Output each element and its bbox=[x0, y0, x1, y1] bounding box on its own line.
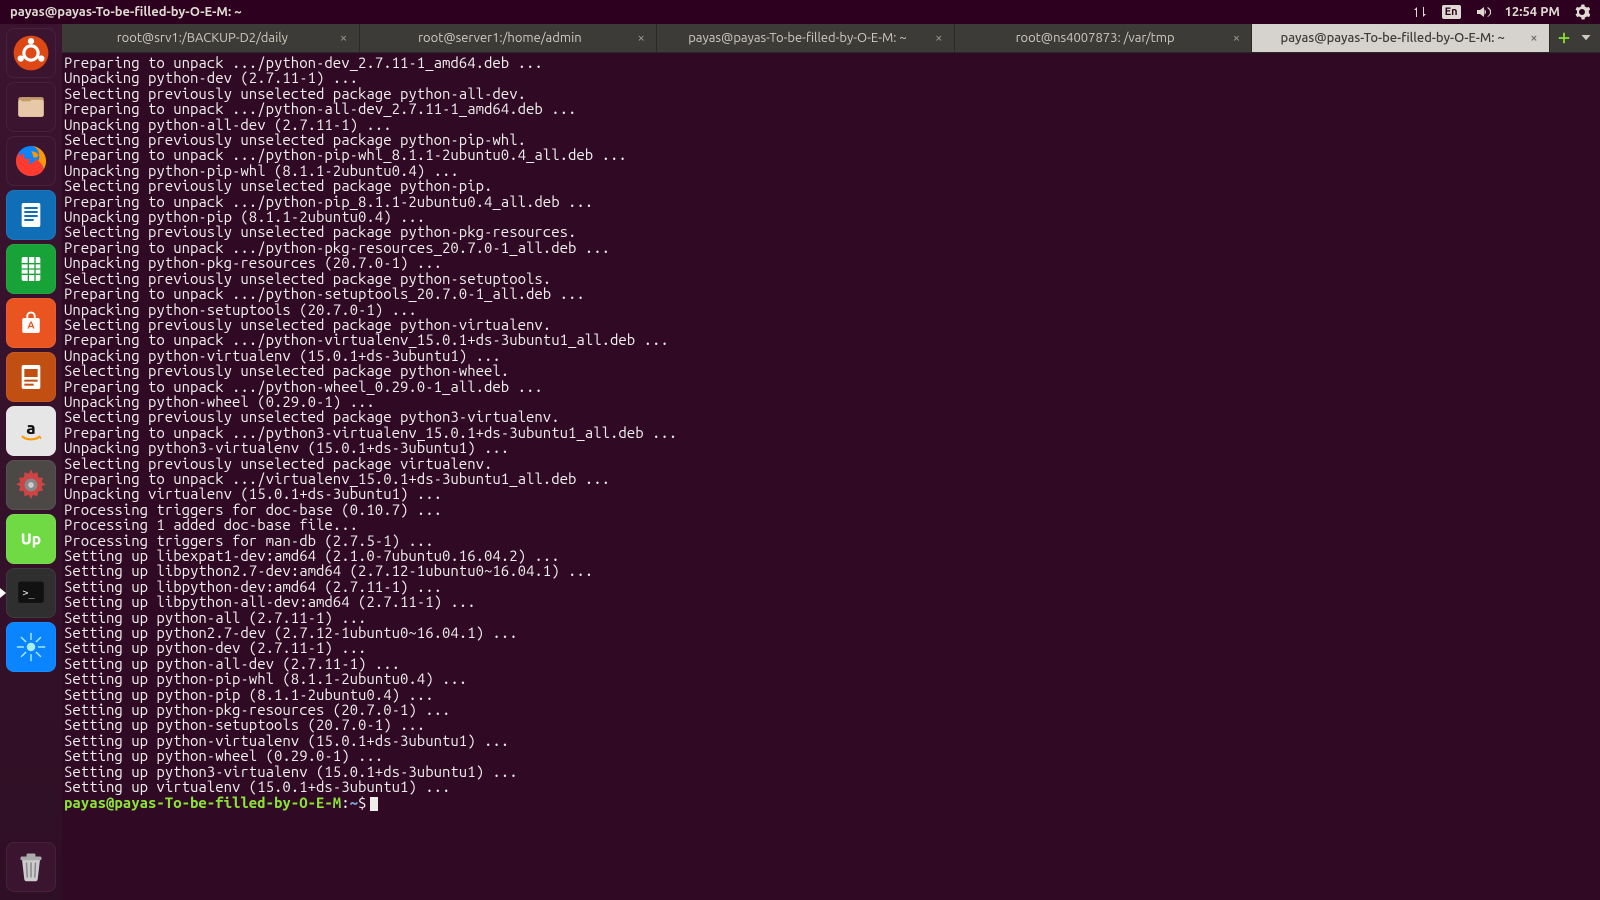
unity-launcher: Aa Up >_ bbox=[0, 24, 62, 900]
system-tray: En 12:54 PM bbox=[1412, 4, 1600, 20]
tab-label: payas@payas-To-be-filled-by-O-E-M: ~ bbox=[688, 31, 907, 45]
impress-icon[interactable] bbox=[6, 352, 56, 402]
close-icon[interactable]: × bbox=[932, 31, 946, 45]
close-icon[interactable]: × bbox=[337, 31, 351, 45]
terminal-tab-2[interactable]: payas@payas-To-be-filled-by-O-E-M: ~ × bbox=[657, 24, 955, 52]
gear-icon[interactable] bbox=[1574, 4, 1590, 20]
svg-text:>_: >_ bbox=[23, 588, 35, 599]
close-icon[interactable]: × bbox=[1527, 31, 1541, 45]
close-icon[interactable]: × bbox=[634, 31, 648, 45]
top-menubar: payas@payas-To-be-filled-by-O-E-M: ~ En … bbox=[0, 0, 1600, 24]
clock[interactable]: 12:54 PM bbox=[1505, 5, 1560, 19]
terminal-tab-3[interactable]: root@ns4007873: /var/tmp × bbox=[955, 24, 1253, 52]
new-tab-button[interactable] bbox=[1556, 30, 1572, 46]
svg-text:Up: Up bbox=[21, 530, 41, 548]
keyboard-indicator[interactable]: En bbox=[1442, 5, 1461, 19]
sound-icon[interactable] bbox=[1475, 4, 1491, 20]
terminal-tabbar: root@srv1:/BACKUP-D2/daily×root@server1:… bbox=[62, 24, 1600, 53]
svg-text:A: A bbox=[27, 320, 34, 331]
calc-icon[interactable] bbox=[6, 244, 56, 294]
tab-label: root@ns4007873: /var/tmp bbox=[1016, 31, 1175, 45]
terminal-body[interactable]: Preparing to unpack .../python-dev_2.7.1… bbox=[62, 53, 1600, 900]
writer-icon[interactable] bbox=[6, 190, 56, 240]
close-icon[interactable]: × bbox=[1229, 31, 1243, 45]
network-icon[interactable] bbox=[1412, 4, 1428, 20]
cursor bbox=[370, 797, 378, 811]
terminal-tab-4[interactable]: payas@payas-To-be-filled-by-O-E-M: ~ × bbox=[1252, 24, 1550, 52]
firefox-icon[interactable] bbox=[6, 136, 56, 186]
terminal-tab-1[interactable]: root@server1:/home/admin × bbox=[360, 24, 658, 52]
trash-icon[interactable] bbox=[6, 842, 56, 892]
settings-icon[interactable] bbox=[6, 460, 56, 510]
terminal-tab-0[interactable]: root@srv1:/BACKUP-D2/daily × bbox=[62, 24, 360, 52]
tab-label: root@srv1:/BACKUP-D2/daily bbox=[117, 31, 288, 45]
window-title: payas@payas-To-be-filled-by-O-E-M: ~ bbox=[0, 5, 252, 19]
terminal-icon[interactable]: >_ bbox=[6, 568, 56, 618]
tab-extras bbox=[1550, 24, 1600, 52]
amazon-icon[interactable]: a bbox=[6, 406, 56, 456]
app-blue-icon[interactable] bbox=[6, 622, 56, 672]
terminal-window: root@srv1:/BACKUP-D2/daily×root@server1:… bbox=[62, 24, 1600, 900]
terminal-output: Preparing to unpack .../python-dev_2.7.1… bbox=[64, 55, 1598, 811]
software-icon[interactable]: A bbox=[6, 298, 56, 348]
files-icon[interactable] bbox=[6, 82, 56, 132]
tab-label: payas@payas-To-be-filled-by-O-E-M: ~ bbox=[1281, 31, 1505, 45]
tab-menu-button[interactable] bbox=[1578, 30, 1594, 46]
dash-icon[interactable] bbox=[6, 28, 56, 78]
svg-text:a: a bbox=[26, 419, 35, 438]
tab-label: root@server1:/home/admin bbox=[418, 31, 582, 45]
upwork-icon[interactable]: Up bbox=[6, 514, 56, 564]
